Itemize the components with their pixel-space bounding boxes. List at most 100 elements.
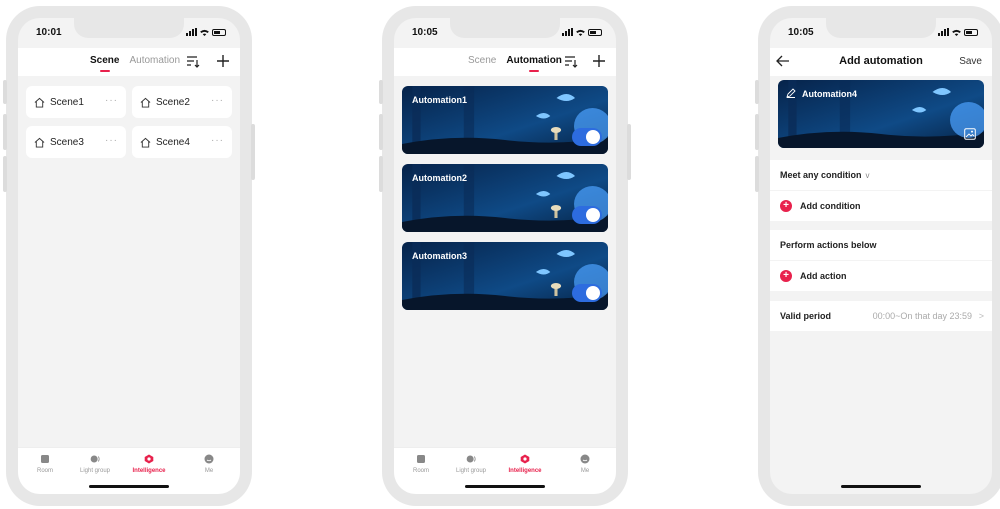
edit-icon[interactable] xyxy=(786,88,796,98)
mute-switch xyxy=(755,80,759,104)
screen: 10:05 Scene Automation Automation1 Autom… xyxy=(394,18,616,494)
add-action-label: Add action xyxy=(800,271,847,281)
top-bar: Scene Automation xyxy=(18,48,240,76)
automation-card[interactable]: Automation2 xyxy=(402,164,608,232)
nav-label: Room xyxy=(36,468,53,474)
scene-name: Scene3 xyxy=(50,136,84,148)
home-icon xyxy=(34,137,45,148)
add-circle-icon: + xyxy=(780,270,792,282)
scene-card[interactable]: Scene4 ··· xyxy=(132,126,232,158)
scene-card[interactable]: Scene2 ··· xyxy=(132,86,232,118)
phone-add-automation: 10:05 Add automation Save Automation4 Me… xyxy=(755,6,1000,506)
add-icon[interactable] xyxy=(592,54,606,68)
tab-bar: Scene Automation xyxy=(468,55,562,66)
power-button xyxy=(627,124,631,180)
save-button[interactable]: Save xyxy=(959,56,982,67)
status-time: 10:05 xyxy=(412,26,438,38)
tab-automation[interactable]: Automation xyxy=(129,55,180,66)
top-bar: Scene Automation xyxy=(394,48,616,76)
volume-up-button xyxy=(755,114,759,150)
nav-room[interactable]: Room xyxy=(20,454,70,474)
add-action-row[interactable]: + Add action xyxy=(770,261,992,291)
more-icon[interactable]: ··· xyxy=(211,95,224,106)
nav-room[interactable]: Room xyxy=(396,454,446,474)
add-icon[interactable] xyxy=(216,54,230,68)
condition-header: Meet any condition xyxy=(780,170,862,180)
mute-switch xyxy=(3,80,7,104)
sort-icon[interactable] xyxy=(564,54,578,68)
home-icon xyxy=(34,97,45,108)
tab-automation[interactable]: Automation xyxy=(506,55,562,66)
volume-down-button xyxy=(3,156,7,192)
light-group-icon xyxy=(466,455,476,463)
nav-intelligence[interactable]: Intelligence xyxy=(500,454,550,474)
home-icon xyxy=(140,137,151,148)
condition-header-row[interactable]: Meet any condition v xyxy=(770,160,992,190)
automation-name: Automation4 xyxy=(802,89,857,99)
nav-label: Intelligence xyxy=(508,468,542,474)
add-circle-icon: + xyxy=(780,200,792,212)
bottom-nav: Room Light group Intelligence Me xyxy=(18,447,240,494)
mute-switch xyxy=(379,80,383,104)
actions-header: Perform actions below xyxy=(780,240,877,250)
more-icon[interactable]: ··· xyxy=(105,95,118,106)
wifi-icon xyxy=(952,29,961,36)
tab-scene[interactable]: Scene xyxy=(468,55,496,66)
automation-name: Automation2 xyxy=(412,173,467,183)
status-bar: 10:01 xyxy=(36,24,226,40)
status-bar: 10:05 xyxy=(788,24,978,40)
signal-icon xyxy=(938,28,949,36)
add-condition-label: Add condition xyxy=(800,201,861,211)
volume-up-button xyxy=(379,114,383,150)
me-icon xyxy=(580,454,590,464)
status-bar: 10:05 xyxy=(412,24,602,40)
scene-card[interactable]: Scene3 ··· xyxy=(26,126,126,158)
battery-icon xyxy=(964,28,978,36)
battery-icon xyxy=(588,28,602,36)
me-icon xyxy=(204,454,214,464)
valid-period-value: 00:00~On that day 23:59 xyxy=(872,311,972,321)
nav-intelligence[interactable]: Intelligence xyxy=(124,454,174,474)
image-icon[interactable] xyxy=(964,128,976,140)
nav-label: Intelligence xyxy=(132,468,166,474)
nav-me[interactable]: Me xyxy=(560,454,610,474)
more-icon[interactable]: ··· xyxy=(105,135,118,146)
intelligence-icon xyxy=(520,454,530,464)
automation-card[interactable]: Automation1 xyxy=(402,86,608,154)
scene-card[interactable]: Scene1 ··· xyxy=(26,86,126,118)
phone-automation-list: 10:05 Scene Automation Automation1 Autom… xyxy=(379,6,631,506)
nav-light-group[interactable]: Light group xyxy=(70,454,120,474)
intelligence-icon xyxy=(144,454,154,464)
screen: 10:01 Scene Automation Scene1 ··· Scene2… xyxy=(18,18,240,494)
volume-down-button xyxy=(755,156,759,192)
home-indicator xyxy=(465,485,545,488)
automation-cover[interactable]: Automation4 xyxy=(778,80,984,148)
more-icon[interactable]: ··· xyxy=(211,135,224,146)
tab-scene[interactable]: Scene xyxy=(90,55,119,66)
nav-label: Me xyxy=(204,468,214,474)
status-time: 10:01 xyxy=(36,26,62,38)
scene-name: Scene4 xyxy=(156,136,190,148)
scene-name: Scene1 xyxy=(50,96,84,108)
signal-icon xyxy=(186,28,197,36)
sort-icon[interactable] xyxy=(186,54,200,68)
automation-name: Automation3 xyxy=(412,251,467,261)
light-group-icon xyxy=(90,455,100,463)
automation-toggle[interactable] xyxy=(572,284,602,302)
automation-name: Automation1 xyxy=(412,95,467,105)
battery-icon xyxy=(212,28,226,36)
nav-me[interactable]: Me xyxy=(184,454,234,474)
valid-period-label: Valid period xyxy=(780,311,832,321)
nav-light-group[interactable]: Light group xyxy=(446,454,496,474)
power-button xyxy=(251,124,255,180)
automation-toggle[interactable] xyxy=(572,128,602,146)
automation-card[interactable]: Automation3 xyxy=(402,242,608,310)
nav-label: Light group xyxy=(455,468,487,474)
nav-label: Me xyxy=(580,468,590,474)
chevron-down-icon: v xyxy=(865,170,870,180)
automation-toggle[interactable] xyxy=(572,206,602,224)
add-condition-row[interactable]: + Add condition xyxy=(770,191,992,221)
actions-header-row: Perform actions below xyxy=(770,230,992,260)
valid-period-row[interactable]: Valid period 00:00~On that day 23:59 > xyxy=(770,301,992,331)
room-icon xyxy=(41,455,49,463)
